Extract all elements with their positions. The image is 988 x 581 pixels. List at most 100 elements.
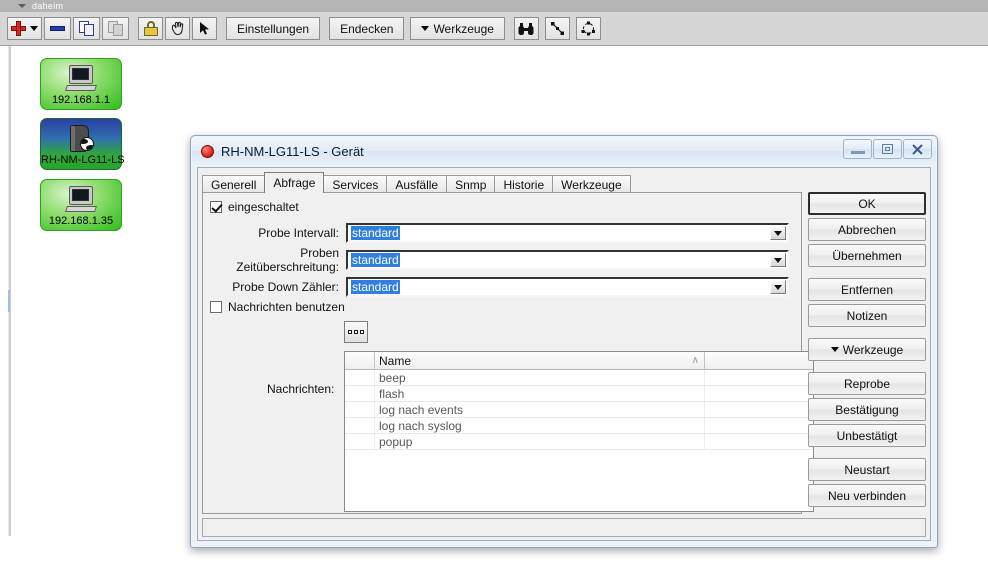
proben-zeitueberschreitung-combo[interactable]: standard — [346, 250, 789, 270]
row-extra-cell — [705, 386, 813, 401]
field-label: Proben Zeitüberschreitung: — [206, 246, 346, 274]
enabled-checkbox-label: eingeschaltet — [228, 200, 299, 214]
table-row[interactable]: beep — [345, 370, 813, 386]
tools-button-label: Werkzeuge — [843, 343, 903, 357]
node-label: 192.168.1.1 — [41, 94, 121, 106]
chevron-down-icon — [831, 347, 839, 352]
chevron-down-icon[interactable] — [770, 253, 786, 267]
cancel-button[interactable]: Abbrechen — [808, 218, 926, 241]
chevron-down-icon[interactable] — [770, 226, 786, 240]
table-row[interactable]: popup — [345, 434, 813, 450]
node-rh-nm-lg11-ls[interactable]: RH-NM-LG11-LS — [40, 118, 122, 170]
tab-werkzeuge[interactable]: Werkzeuge — [552, 175, 630, 193]
table-col-select[interactable] — [345, 352, 375, 369]
row-name-cell: beep — [375, 370, 705, 385]
link-line-icon — [550, 21, 565, 36]
checkbox-box — [210, 201, 222, 213]
maximize-icon — [882, 144, 893, 154]
probe-intervall-combo[interactable]: standard — [346, 223, 789, 243]
node-192-168-1-35[interactable]: 192.168.1.35 — [40, 179, 122, 231]
layout-button[interactable] — [576, 17, 601, 40]
minimize-button[interactable] — [843, 139, 872, 159]
dialog-body: Generell Abfrage Services Ausfälle Snmp … — [197, 167, 931, 541]
tab-services[interactable]: Services — [323, 175, 387, 193]
dialog-button-column: OK Abbrechen Übernehmen Entfernen Notize… — [808, 192, 926, 510]
notes-button[interactable]: Notizen — [808, 304, 926, 327]
tab-historie[interactable]: Historie — [494, 175, 553, 193]
table-col-extra[interactable] — [705, 352, 813, 369]
tab-panel-abfrage: eingeschaltet Probe Intervall: standard … — [202, 192, 802, 514]
lock-button[interactable] — [138, 17, 163, 40]
messages-table[interactable]: Name ∧ beep flash log nach — [344, 351, 814, 512]
enabled-checkbox[interactable]: eingeschaltet — [210, 200, 299, 214]
discover-button[interactable]: Endecken — [329, 17, 404, 40]
combo-value: standard — [351, 226, 400, 240]
chevron-down-icon[interactable] — [18, 4, 26, 8]
table-row[interactable]: log nach syslog — [345, 418, 813, 434]
row-extra-cell — [705, 402, 813, 417]
dialog-titlebar[interactable]: RH-NM-LG11-LS - Gerät — [192, 137, 936, 165]
table-row[interactable]: flash — [345, 386, 813, 402]
chevron-down-icon[interactable] — [770, 280, 786, 294]
ok-button[interactable]: OK — [808, 192, 926, 215]
unacknowledge-button[interactable]: Unbestätigt — [808, 424, 926, 447]
link-button[interactable] — [545, 17, 570, 40]
use-messages-checkbox-label: Nachrichten benutzen — [228, 300, 345, 314]
field-label: Probe Down Zähler: — [206, 280, 346, 294]
reprobe-button[interactable]: Reprobe — [808, 372, 926, 395]
node-label: 192.168.1.35 — [41, 215, 121, 227]
close-button[interactable] — [903, 139, 932, 159]
select-button[interactable] — [192, 17, 217, 40]
messages-options-button[interactable] — [344, 321, 368, 343]
button-gap — [808, 450, 926, 458]
row-select-cell[interactable] — [345, 434, 375, 449]
node-label: RH-NM-LG11-LS — [41, 154, 121, 166]
find-button[interactable] — [514, 17, 539, 40]
tools-button[interactable]: Werkzeuge — [410, 17, 504, 40]
table-col-name[interactable]: Name ∧ — [375, 352, 705, 369]
table-col-name-label: Name — [379, 354, 411, 368]
probe-down-zaehler-combo[interactable]: standard — [346, 277, 789, 297]
row-select-cell[interactable] — [345, 386, 375, 401]
table-header: Name ∧ — [345, 352, 813, 370]
close-icon — [911, 143, 924, 156]
add-button[interactable] — [7, 17, 42, 40]
field-proben-zeitueberschreitung: Proben Zeitüberschreitung: standard — [206, 250, 789, 270]
minimize-icon — [851, 151, 865, 154]
row-select-cell[interactable] — [345, 402, 375, 417]
tab-abfrage[interactable]: Abfrage — [264, 172, 324, 193]
node-192-168-1-1[interactable]: 192.168.1.1 — [40, 58, 122, 110]
apply-button[interactable]: Übernehmen — [808, 244, 926, 267]
device-dialog: RH-NM-LG11-LS - Gerät Generell Abfrage S… — [190, 135, 938, 548]
copy-icon — [79, 21, 95, 36]
tab-ausfaelle[interactable]: Ausfälle — [386, 175, 447, 193]
window-controls — [842, 139, 932, 159]
canvas-splitter-thumb[interactable] — [8, 290, 10, 312]
server-globe-icon — [66, 125, 96, 154]
binoculars-icon — [518, 22, 534, 36]
dialog-title: RH-NM-LG11-LS - Gerät — [221, 144, 364, 159]
tools-button[interactable]: Werkzeuge — [808, 338, 926, 361]
tab-generell[interactable]: Generell — [202, 175, 265, 193]
hand-icon — [170, 21, 186, 36]
maximize-button[interactable] — [873, 139, 902, 159]
red-sphere-icon — [201, 145, 214, 158]
acknowledge-button[interactable]: Bestätigung — [808, 398, 926, 421]
reconnect-button[interactable]: Neu verbinden — [808, 484, 926, 507]
settings-button[interactable]: Einstellungen — [226, 17, 320, 40]
row-extra-cell — [705, 370, 813, 385]
delete-button[interactable]: Entfernen — [808, 278, 926, 301]
row-select-cell[interactable] — [345, 418, 375, 433]
tab-snmp[interactable]: Snmp — [446, 175, 495, 193]
sort-asc-icon: ∧ — [692, 355, 699, 366]
use-messages-checkbox[interactable]: Nachrichten benutzen — [210, 300, 345, 314]
row-select-cell[interactable] — [345, 370, 375, 385]
restart-button[interactable]: Neustart — [808, 458, 926, 481]
button-gap — [808, 330, 926, 338]
table-row[interactable]: log nach events — [345, 402, 813, 418]
pan-button[interactable] — [165, 17, 190, 40]
copy-button[interactable] — [73, 17, 100, 40]
chevron-down-icon — [421, 26, 429, 31]
remove-button[interactable] — [44, 17, 71, 40]
button-gap — [808, 364, 926, 372]
